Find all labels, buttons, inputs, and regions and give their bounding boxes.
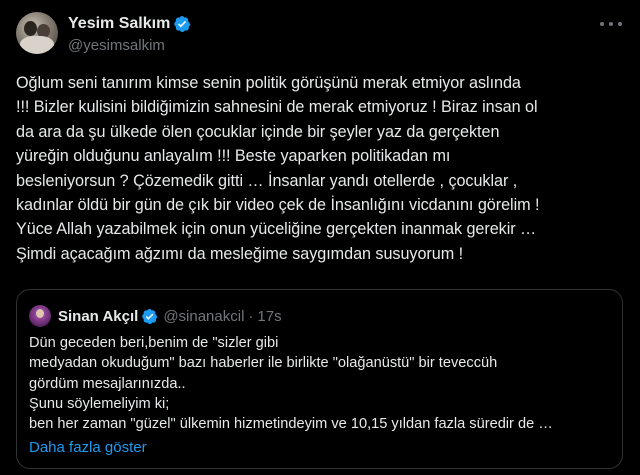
quoted-tweet-time: 17s bbox=[257, 307, 282, 325]
more-dot bbox=[609, 22, 613, 26]
more-horizontal-icon[interactable] bbox=[600, 16, 622, 32]
separator-dot: · bbox=[248, 307, 254, 325]
author-names: Yesim Salkım @yesimsalkim bbox=[68, 14, 191, 54]
author-handle[interactable]: @yesimsalkim bbox=[68, 37, 191, 54]
show-more-link[interactable]: Daha fazla göster bbox=[29, 439, 147, 456]
quoted-tweet-text: Dün geceden beri,benim de "sizler gibi m… bbox=[29, 335, 553, 433]
more-dot bbox=[618, 22, 622, 26]
author-avatar[interactable] bbox=[16, 12, 58, 54]
avatar-figure-body bbox=[20, 36, 54, 54]
quoted-tweet-header: Sinan Akçıl @sinanakcil · 17s bbox=[29, 305, 282, 327]
quoted-tweet[interactable]: Sinan Akçıl @sinanakcil · 17s Dün gecede… bbox=[16, 289, 623, 469]
verified-badge-icon bbox=[142, 308, 158, 324]
tweet-text: Oğlum seni tanırım kimse senin politik g… bbox=[16, 74, 540, 263]
quoted-author-display-name: Sinan Akçıl bbox=[58, 307, 139, 325]
avatar-figure-1 bbox=[24, 21, 37, 36]
author-display-name[interactable]: Yesim Salkım bbox=[68, 15, 170, 33]
display-name-row: Yesim Salkım bbox=[68, 14, 191, 34]
more-dot bbox=[600, 22, 604, 26]
quoted-avatar-face bbox=[36, 309, 44, 318]
tweet: Yesim Salkım @yesimsalkim Oğlum seni tan… bbox=[0, 0, 640, 475]
quoted-author-avatar bbox=[29, 305, 51, 327]
tweet-header: Yesim Salkım @yesimsalkim bbox=[16, 12, 624, 56]
quoted-author-handle: @sinanakcil bbox=[163, 307, 245, 325]
verified-badge-icon bbox=[174, 15, 191, 33]
